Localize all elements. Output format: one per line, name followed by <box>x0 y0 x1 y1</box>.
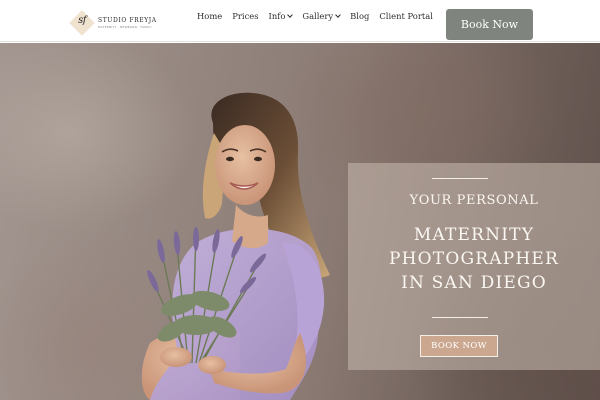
nav-item-label: Gallery <box>302 11 334 21</box>
nav-item-gallery[interactable]: Gallery <box>302 11 341 21</box>
logo-tagline: MATERNITY · NEWBORN · FAMILY <box>98 24 152 29</box>
logo-name: STUDIO FREYJA <box>98 16 157 24</box>
face-shape <box>215 125 275 205</box>
hand-shape <box>160 347 192 367</box>
nav-item-blog[interactable]: Blog <box>350 11 369 21</box>
chevron-down-icon <box>287 12 294 18</box>
eye-right-shape <box>254 156 262 162</box>
hero-headline-line: PHOTOGRAPHER <box>388 249 559 269</box>
nav-item-label: Client Portal <box>379 11 433 21</box>
nav-item-info[interactable]: Info <box>268 11 294 21</box>
nav-item-label: Info <box>268 11 286 21</box>
studio-logo[interactable]: sf STUDIO FREYJA MATERNITY · NEWBORN · F… <box>68 9 158 37</box>
nav-item-client-portal[interactable]: Client Portal <box>379 11 433 21</box>
hero-headline: MATERNITY PHOTOGRAPHER IN SAN DIEGO <box>348 223 600 295</box>
nav-item-home[interactable]: Home <box>197 11 222 21</box>
nav-item-label: Blog <box>350 11 370 21</box>
main-nav: Home Prices Info Gallery Blog Client Por… <box>197 9 433 23</box>
hero-text-panel: YOUR PERSONAL MATERNITY PHOTOGRAPHER IN … <box>348 163 600 370</box>
nav-item-label: Home <box>197 11 223 21</box>
panel-divider-bottom <box>432 317 488 318</box>
hero-headline-line: MATERNITY <box>413 225 535 245</box>
eye-left-shape <box>226 156 234 162</box>
logo-initials: sf <box>78 15 86 26</box>
hero-section: YOUR PERSONAL MATERNITY PHOTOGRAPHER IN … <box>0 43 600 400</box>
hero-eyebrow: YOUR PERSONAL <box>409 193 539 208</box>
hand-shape <box>198 356 226 374</box>
logo-text: STUDIO FREYJA MATERNITY · NEWBORN · FAMI… <box>98 16 157 29</box>
chevron-down-icon <box>335 12 341 18</box>
nav-item-label: Prices <box>232 11 259 21</box>
logo-mark: sf <box>68 9 96 37</box>
book-now-button[interactable]: Book Now <box>446 9 533 40</box>
site-header: sf STUDIO FREYJA MATERNITY · NEWBORN · F… <box>0 0 600 42</box>
hero-book-now-button[interactable]: BOOK NOW <box>420 335 498 357</box>
nav-item-prices[interactable]: Prices <box>232 11 258 21</box>
hero-headline-line: IN SAN DIEGO <box>401 273 547 293</box>
panel-divider-top <box>432 178 488 179</box>
